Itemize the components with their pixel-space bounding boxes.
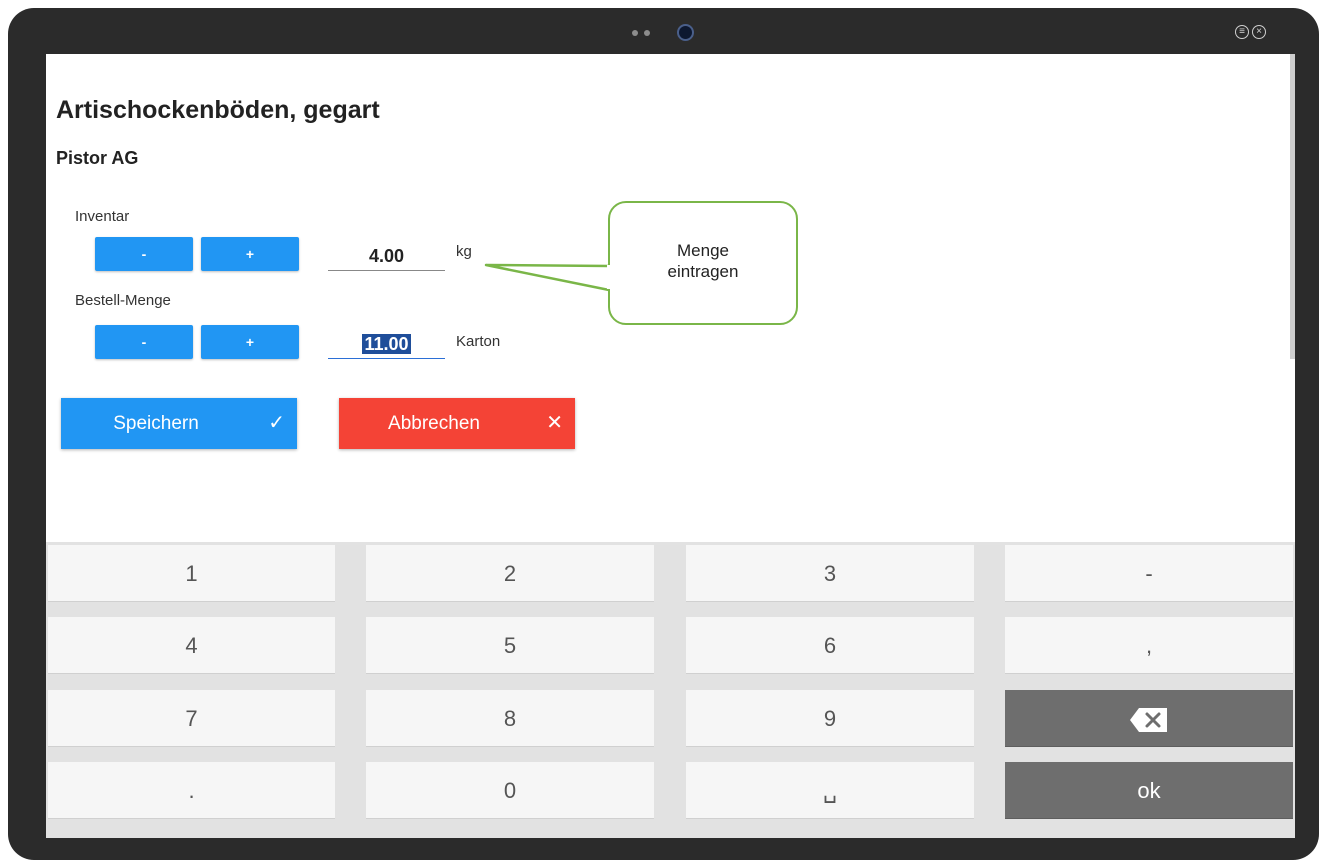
sensor-dot bbox=[644, 30, 650, 36]
close-window-icon[interactable]: × bbox=[1252, 25, 1266, 39]
numeric-keypad: 1 2 3 - 4 5 6 , 7 8 9 . 0 ␣ ok bbox=[46, 542, 1295, 838]
key-0[interactable]: 0 bbox=[366, 762, 654, 819]
app-screen: Artischockenböden, gegart Pistor AG Inve… bbox=[46, 54, 1295, 838]
key-7[interactable]: 7 bbox=[48, 690, 335, 747]
camera-icon bbox=[677, 24, 694, 41]
sensor-dot bbox=[632, 30, 638, 36]
key-backspace[interactable] bbox=[1005, 690, 1293, 747]
callout-line-1: Menge bbox=[677, 241, 729, 260]
key-5[interactable]: 5 bbox=[366, 617, 654, 674]
key-period[interactable]: . bbox=[48, 762, 335, 819]
key-8[interactable]: 8 bbox=[366, 690, 654, 747]
key-4[interactable]: 4 bbox=[48, 617, 335, 674]
key-9[interactable]: 9 bbox=[686, 690, 974, 747]
key-comma[interactable]: , bbox=[1005, 617, 1293, 674]
key-minus[interactable]: - bbox=[1005, 545, 1293, 602]
callout-text: Menge eintragen bbox=[608, 240, 798, 282]
key-3[interactable]: 3 bbox=[686, 545, 974, 602]
callout-line-2: eintragen bbox=[667, 262, 739, 281]
key-6[interactable]: 6 bbox=[686, 617, 974, 674]
key-space[interactable]: ␣ bbox=[686, 762, 974, 819]
menu-icon[interactable]: ≡ bbox=[1235, 25, 1249, 39]
backspace-icon bbox=[1130, 708, 1167, 733]
callout-pointer-cover bbox=[607, 265, 612, 289]
key-1[interactable]: 1 bbox=[48, 545, 335, 602]
key-ok[interactable]: ok bbox=[1005, 762, 1293, 819]
key-2[interactable]: 2 bbox=[366, 545, 654, 602]
tablet-frame: ≡ × Artischockenböden, gegart Pistor AG … bbox=[8, 8, 1319, 860]
